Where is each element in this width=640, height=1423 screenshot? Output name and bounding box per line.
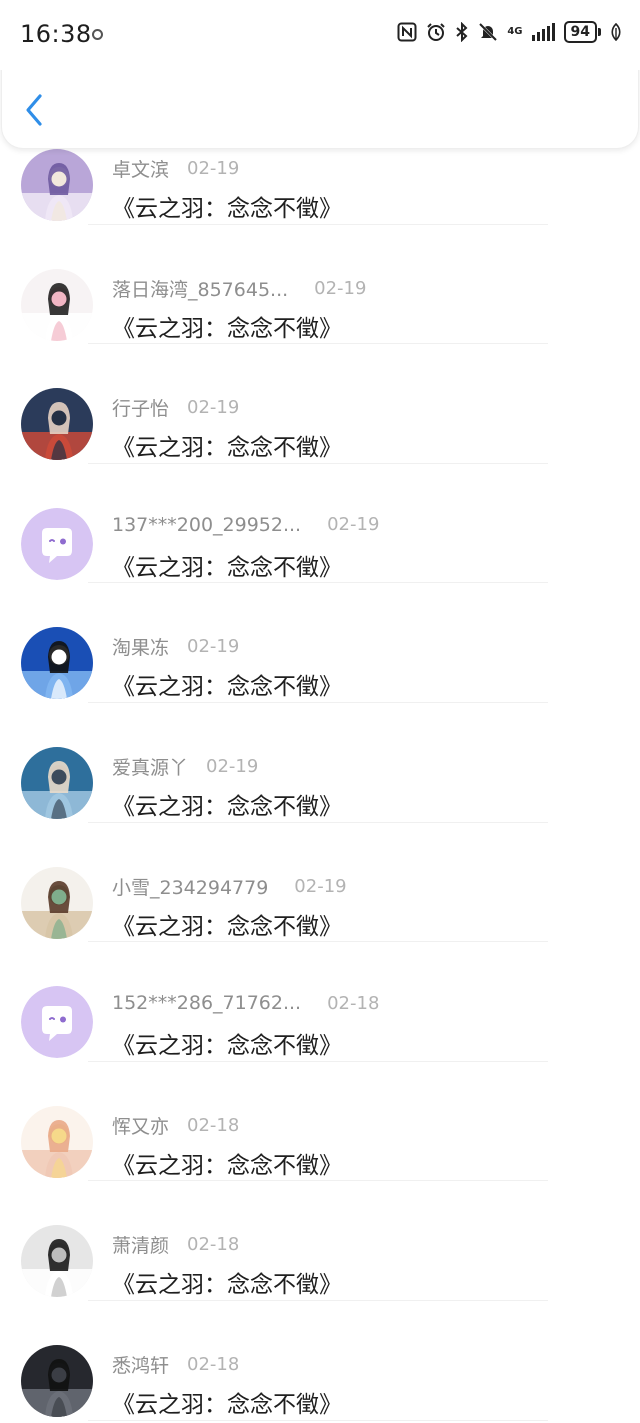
alarm-icon	[426, 22, 446, 42]
post-date: 02-18	[187, 1114, 240, 1136]
avatar[interactable]	[21, 149, 93, 221]
avatar[interactable]	[21, 1225, 93, 1298]
work-title[interactable]: 《云之羽：念念不徵》	[112, 1026, 342, 1060]
list-item[interactable]: 137***200_29952... 02-19 《云之羽：念念不徵》	[0, 464, 640, 584]
item-meta: 行子怡 02-19	[112, 394, 239, 421]
avatar[interactable]	[21, 627, 93, 700]
avatar[interactable]	[21, 507, 93, 580]
user-name[interactable]: 萧清颜	[112, 1231, 169, 1258]
post-date: 02-18	[187, 1234, 240, 1256]
list-item[interactable]: 爱真源丫 02-19 《云之羽：念念不徵》	[0, 703, 640, 823]
post-date: 02-19	[187, 397, 240, 419]
post-date: 02-18	[327, 992, 380, 1014]
list-item[interactable]: 152***286_71762... 02-18 《云之羽：念念不徵》	[0, 942, 640, 1062]
back-button[interactable]	[18, 90, 52, 130]
item-meta: 137***200_29952... 02-19	[112, 514, 379, 536]
avatar[interactable]	[21, 388, 93, 461]
bluetooth-icon	[455, 22, 469, 42]
post-date: 02-19	[187, 158, 240, 179]
avatar[interactable]	[21, 986, 93, 1059]
user-name[interactable]: 小雪_234294779	[112, 873, 268, 900]
divider	[88, 1419, 548, 1421]
work-title[interactable]: 《云之羽：念念不徵》	[112, 1385, 342, 1419]
avatar[interactable]	[21, 1105, 93, 1178]
user-name[interactable]: 爱真源丫	[112, 753, 188, 780]
work-title[interactable]: 《云之羽：念念不徵》	[112, 1265, 342, 1299]
leaf-icon	[610, 23, 622, 41]
work-title[interactable]: 《云之羽：念念不徵》	[112, 309, 342, 343]
work-title[interactable]: 《云之羽：念念不徵》	[112, 428, 342, 462]
post-date: 02-19	[206, 755, 259, 777]
status-bar: 16:38 4G 94	[0, 0, 640, 70]
network-type-label: 4G	[507, 26, 523, 37]
list-item[interactable]: 萧清颜 02-18 《云之羽：念念不徵》	[0, 1181, 640, 1301]
user-name[interactable]: 行子怡	[112, 394, 169, 421]
list-item[interactable]: 悉鸿轩 02-18 《云之羽：念念不徵》	[0, 1301, 640, 1421]
item-meta: 悉鸿轩 02-18	[112, 1351, 239, 1378]
item-meta: 淘果冻 02-19	[112, 633, 239, 660]
user-name[interactable]: 卓文滨	[112, 155, 169, 182]
post-date: 02-19	[187, 636, 240, 658]
post-date: 02-18	[187, 1353, 240, 1375]
notification-dot-icon	[92, 29, 103, 40]
user-name[interactable]: 淘果冻	[112, 633, 169, 660]
user-name[interactable]: 落日海湾_857645...	[112, 275, 288, 302]
avatar[interactable]	[21, 746, 93, 819]
status-time: 16:38	[20, 20, 92, 48]
work-title[interactable]: 《云之羽：念念不徵》	[112, 189, 342, 223]
item-meta: 卓文滨 02-19	[112, 155, 239, 182]
post-date: 02-19	[314, 277, 367, 299]
work-title[interactable]: 《云之羽：念念不徵》	[112, 907, 342, 941]
post-date: 02-19	[294, 875, 347, 897]
item-meta: 落日海湾_857645... 02-19	[112, 275, 366, 302]
reader-list: 卓文滨 02-19 《云之羽：念念不徵》 落日海湾_857645... 02-19 《云…	[0, 105, 640, 1421]
list-item[interactable]: 落日海湾_857645... 02-19 《云之羽：念念不徵》	[0, 225, 640, 345]
list-item[interactable]: 小雪_234294779 02-19 《云之羽：念念不徵》	[0, 823, 640, 943]
user-name[interactable]: 137***200_29952...	[112, 514, 301, 536]
status-icons: 4G 94	[397, 21, 622, 43]
signal-icon	[531, 23, 555, 41]
item-meta: 恽又亦 02-18	[112, 1112, 239, 1139]
user-name[interactable]: 152***286_71762...	[112, 992, 301, 1014]
network-type-icon: 4G	[507, 27, 522, 37]
post-date: 02-19	[327, 514, 380, 536]
avatar[interactable]	[21, 866, 93, 939]
user-name[interactable]: 悉鸿轩	[112, 1351, 169, 1378]
battery-level: 94	[563, 21, 597, 43]
nfc-icon	[397, 22, 417, 42]
user-name[interactable]: 恽又亦	[112, 1112, 169, 1139]
chevron-left-icon	[26, 94, 42, 126]
battery-icon: 94	[563, 21, 601, 43]
item-meta: 萧清颜 02-18	[112, 1231, 239, 1258]
work-title[interactable]: 《云之羽：念念不徵》	[112, 787, 342, 821]
item-meta: 152***286_71762... 02-18	[112, 992, 379, 1014]
avatar[interactable]	[21, 1344, 93, 1417]
work-title[interactable]: 《云之羽：念念不徵》	[112, 1146, 342, 1180]
list-item[interactable]: 恽又亦 02-18 《云之羽：念念不徵》	[0, 1062, 640, 1182]
list-item[interactable]: 淘果冻 02-19 《云之羽：念念不徵》	[0, 583, 640, 703]
avatar[interactable]	[21, 268, 93, 341]
list-item[interactable]: 行子怡 02-19 《云之羽：念念不徵》	[0, 344, 640, 464]
work-title[interactable]: 《云之羽：念念不徵》	[112, 667, 342, 701]
item-meta: 小雪_234294779 02-19	[112, 873, 347, 900]
work-title[interactable]: 《云之羽：念念不徵》	[112, 548, 342, 582]
item-meta: 爱真源丫 02-19	[112, 753, 258, 780]
mute-bell-icon	[478, 22, 498, 42]
